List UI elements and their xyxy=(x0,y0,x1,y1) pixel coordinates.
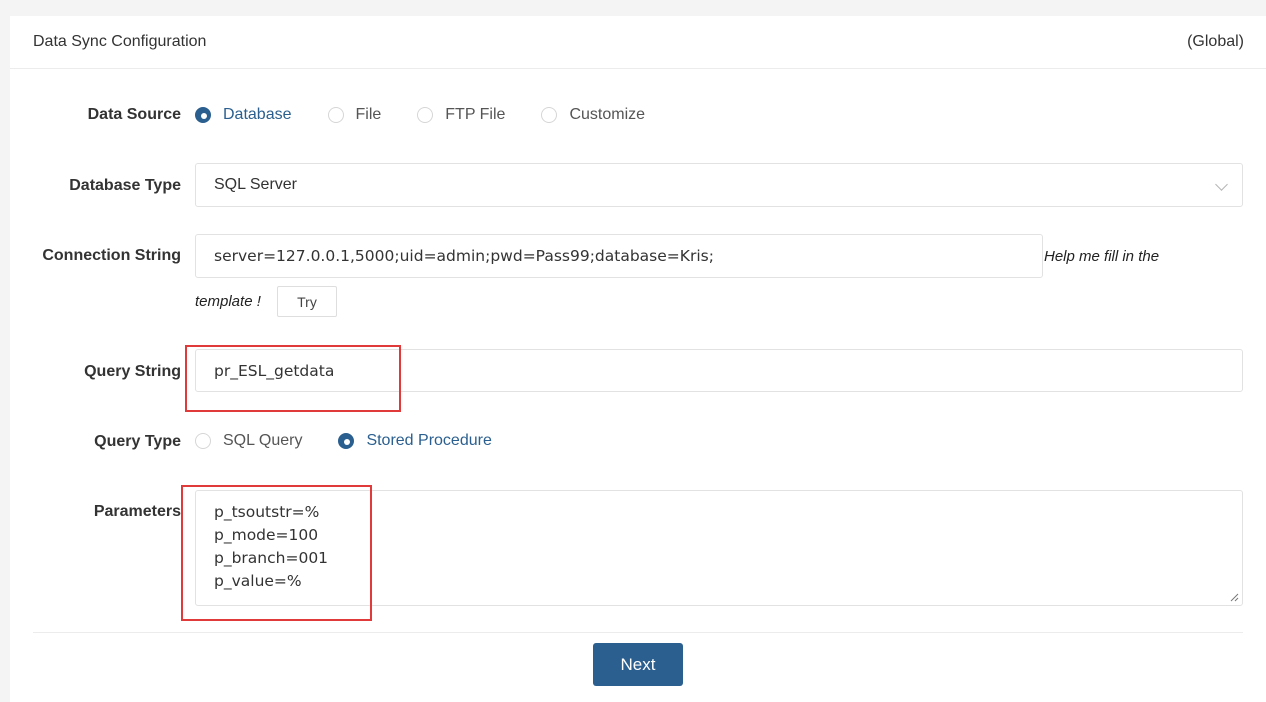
radio-file[interactable]: File xyxy=(327,106,382,124)
radio-checked-icon xyxy=(195,107,211,123)
help-template-text: template ! xyxy=(195,293,261,310)
database-type-label: Database Type xyxy=(69,177,181,194)
parameters-highlight-box xyxy=(181,485,372,621)
radio-stored-procedure-label: Stored Procedure xyxy=(366,432,492,449)
connection-string-value: server=127.0.0.1,5000;uid=admin;pwd=Pass… xyxy=(214,247,714,265)
config-panel: Data Sync Configuration (Global) Data So… xyxy=(10,16,1266,702)
data-source-label: Data Source xyxy=(87,106,181,123)
page-title: Data Sync Configuration xyxy=(33,33,207,50)
query-type-label: Query Type xyxy=(94,433,181,450)
parameters-label: Parameters xyxy=(93,503,181,520)
query-string-label: Query String xyxy=(84,363,181,380)
radio-checked-icon xyxy=(338,433,355,449)
database-type-select[interactable]: SQL Server xyxy=(195,163,1243,207)
query-string-highlight-box xyxy=(185,345,401,412)
data-source-radio-group: Database File FTP File Customize xyxy=(195,103,681,127)
radio-unchecked-icon xyxy=(327,107,344,123)
radio-unchecked-icon xyxy=(417,107,434,123)
connection-string-label: Connection String xyxy=(42,247,181,264)
database-type-value: SQL Server xyxy=(214,176,297,193)
radio-customize-label: Customize xyxy=(569,106,646,123)
radio-unchecked-icon xyxy=(195,433,211,449)
connection-string-input[interactable]: server=127.0.0.1,5000;uid=admin;pwd=Pass… xyxy=(195,234,1043,278)
divider xyxy=(33,632,1243,633)
radio-sql-query-label: SQL Query xyxy=(223,432,303,449)
radio-ftp-file[interactable]: FTP File xyxy=(417,106,505,124)
radio-database[interactable]: Database xyxy=(195,106,292,124)
radio-ftp-file-label: FTP File xyxy=(445,106,506,123)
query-type-radio-group: SQL Query Stored Procedure xyxy=(195,429,528,453)
radio-stored-procedure[interactable]: Stored Procedure xyxy=(338,432,492,450)
radio-unchecked-icon xyxy=(541,107,558,123)
scope-label: (Global) xyxy=(1187,33,1244,50)
radio-sql-query[interactable]: SQL Query xyxy=(195,432,302,450)
panel-header: Data Sync Configuration (Global) xyxy=(10,16,1266,69)
radio-database-label: Database xyxy=(223,106,292,123)
radio-file-label: File xyxy=(355,106,382,123)
next-button[interactable]: Next xyxy=(593,643,683,686)
radio-customize[interactable]: Customize xyxy=(541,106,645,124)
try-button[interactable]: Try xyxy=(277,286,337,317)
chevron-down-icon xyxy=(1215,178,1228,191)
help-fill-template-text: Help me fill in the xyxy=(1044,248,1160,265)
resize-handle-icon[interactable] xyxy=(1229,592,1239,602)
